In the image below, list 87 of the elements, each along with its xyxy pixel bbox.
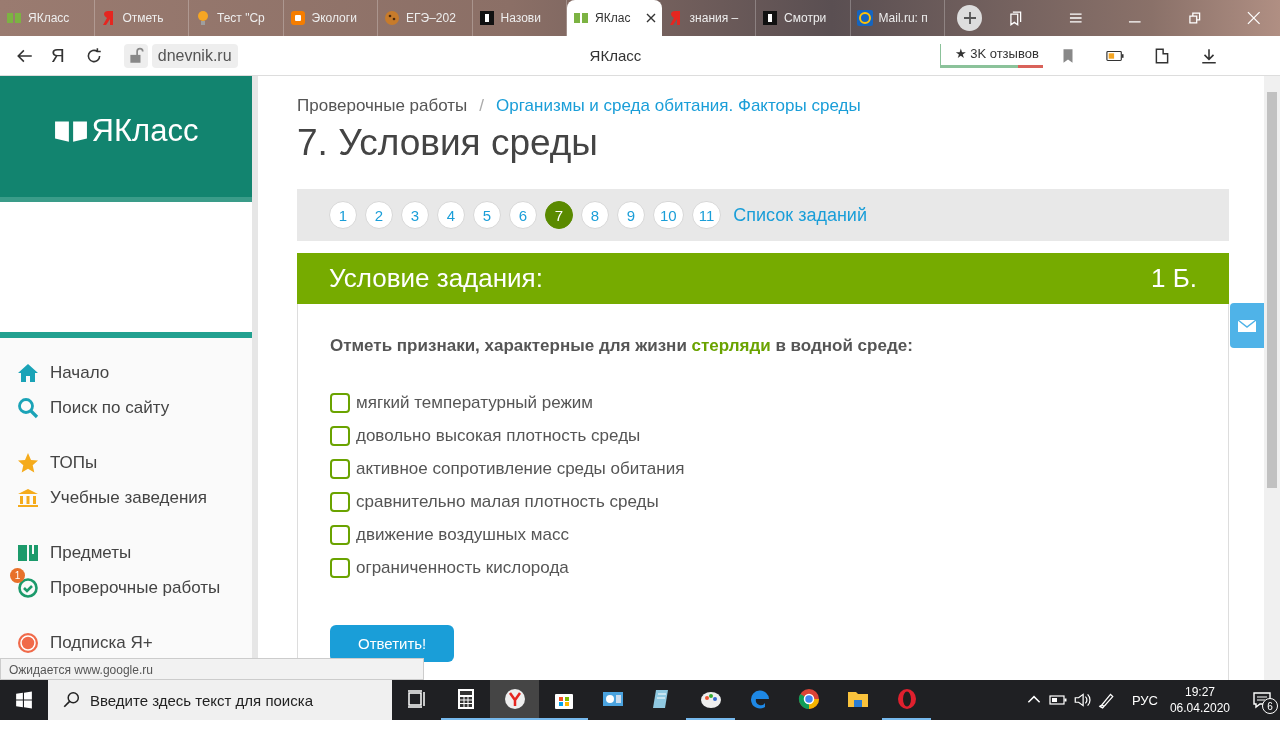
task-list-link[interactable]: Список заданий: [733, 204, 867, 226]
points-label: 1 Б.: [1151, 263, 1197, 294]
option-label: сравнительно малая плотность среды: [356, 492, 659, 512]
taskbar-search-field[interactable]: Введите здесь текст для поиска: [48, 680, 392, 720]
book-icon: [573, 10, 590, 26]
page-number[interactable]: 1: [329, 201, 357, 229]
time-label: 19:27: [1184, 684, 1215, 700]
search-icon: [16, 395, 40, 420]
sidebar-item[interactable]: Поиск по сайту: [0, 390, 252, 425]
page-heading: 7. Условия среды: [297, 122, 599, 165]
browser-tab[interactable]: Экологи: [283, 0, 379, 36]
page-number[interactable]: 4: [437, 201, 465, 229]
sidebar-item[interactable]: ТОПы: [0, 445, 252, 480]
browser-tab[interactable]: ЯКласс: [0, 0, 95, 36]
browser-icon: [502, 687, 527, 711]
lock-icon: [123, 43, 148, 68]
breadcrumb-link[interactable]: Проверочные работы: [297, 96, 468, 116]
mail-icon: [1237, 317, 1257, 334]
download-icon[interactable]: [1199, 46, 1218, 65]
scrollbar[interactable]: [1264, 76, 1280, 680]
page-number[interactable]: 6: [509, 201, 537, 229]
new-tab-button[interactable]: [957, 5, 983, 31]
date-label: 06.04.2020: [1169, 700, 1230, 716]
checkbox[interactable]: [330, 426, 350, 446]
page-number[interactable]: 5: [473, 201, 501, 229]
plus-icon: [961, 10, 978, 26]
sidebar-item[interactable]: Учебные заведения: [0, 480, 252, 515]
browser-tab[interactable]: Отметь: [94, 0, 190, 36]
clock[interactable]: 19:27 06.04.2020: [1169, 684, 1230, 716]
search-icon: [62, 691, 80, 709]
cookie-icon: [384, 10, 401, 26]
submit-button[interactable]: Ответить!: [330, 625, 455, 662]
book-icon: [53, 118, 88, 145]
option-label: мягкий температурный режим: [356, 393, 594, 413]
page-number[interactable]: 8: [581, 201, 609, 229]
square-icon: [478, 10, 495, 26]
page-number[interactable]: 7: [545, 201, 573, 229]
blog-icon: [289, 10, 306, 26]
option-label: движение воздушных масс: [356, 525, 569, 545]
close-icon[interactable]: [645, 13, 656, 23]
circle-icon: [16, 630, 40, 655]
option-label: активное сопротивление среды обитания: [356, 459, 685, 479]
browser-tab[interactable]: Смотри: [756, 0, 851, 36]
page-title: ЯКласс: [589, 47, 643, 64]
tabs-icon[interactable]: [1008, 10, 1024, 26]
breadcrumb-separator: /: [479, 96, 485, 116]
breadcrumb-link[interactable]: Организмы и среда обитания. Факторы среды: [496, 96, 861, 116]
browser-tab[interactable]: Тест "Ср: [189, 0, 284, 36]
pen-icon[interactable]: [1096, 691, 1115, 709]
browser-tab[interactable]: ЕГЭ–202: [378, 0, 473, 36]
page-number[interactable]: 3: [401, 201, 429, 229]
checkbox[interactable]: [330, 492, 350, 512]
checkbox[interactable]: [330, 525, 350, 545]
notification-icon[interactable]: [1252, 690, 1272, 710]
square-icon: [762, 10, 779, 26]
book-icon: [6, 10, 22, 26]
yandex-button[interactable]: Я: [51, 44, 65, 67]
at-icon: [856, 10, 873, 26]
page-number[interactable]: 10: [653, 201, 684, 229]
page-number[interactable]: 2: [365, 201, 393, 229]
restore-icon[interactable]: [1186, 10, 1203, 26]
sidebar-item[interactable]: Начало: [0, 355, 252, 390]
volume-icon[interactable]: [1072, 691, 1091, 709]
checkbox[interactable]: [330, 393, 350, 413]
status-tooltip: Ожидается www.google.ru: [0, 658, 424, 680]
option-label: ограниченность кислорода: [356, 558, 569, 578]
count-badge: 1: [10, 567, 25, 583]
language-indicator[interactable]: РУС: [1131, 692, 1158, 708]
page-number[interactable]: 11: [691, 201, 722, 229]
reviews-button[interactable]: ★ 3K отзывов: [939, 43, 1043, 68]
sidebar-item[interactable]: Подписка Я+: [0, 625, 252, 660]
chrome-icon: [796, 687, 821, 711]
taskbar-app[interactable]: [490, 680, 539, 720]
notification-count: 6: [1262, 698, 1278, 714]
option-label: довольно высокая плотность среды: [356, 426, 641, 446]
checkbox[interactable]: [330, 558, 350, 578]
browser-tab[interactable]: Mail.ru: п: [850, 0, 946, 36]
question-text: Отметь признаки, характерные для жизни стерляди в водной среде:: [330, 336, 914, 356]
menu-icon[interactable]: [1067, 10, 1084, 26]
logo-banner[interactable]: ЯКласс: [0, 76, 252, 202]
checkbox[interactable]: [330, 459, 350, 479]
browser-tab[interactable]: ЯКлас: [567, 0, 662, 36]
sidebar-item[interactable]: 1 Проверочные работы: [0, 570, 252, 605]
page-number[interactable]: 9: [617, 201, 645, 229]
browser-tab[interactable]: знания –: [661, 0, 757, 36]
task-header-title: Условие задания:: [329, 263, 543, 294]
sidebar-item[interactable]: Предметы: [0, 535, 252, 570]
